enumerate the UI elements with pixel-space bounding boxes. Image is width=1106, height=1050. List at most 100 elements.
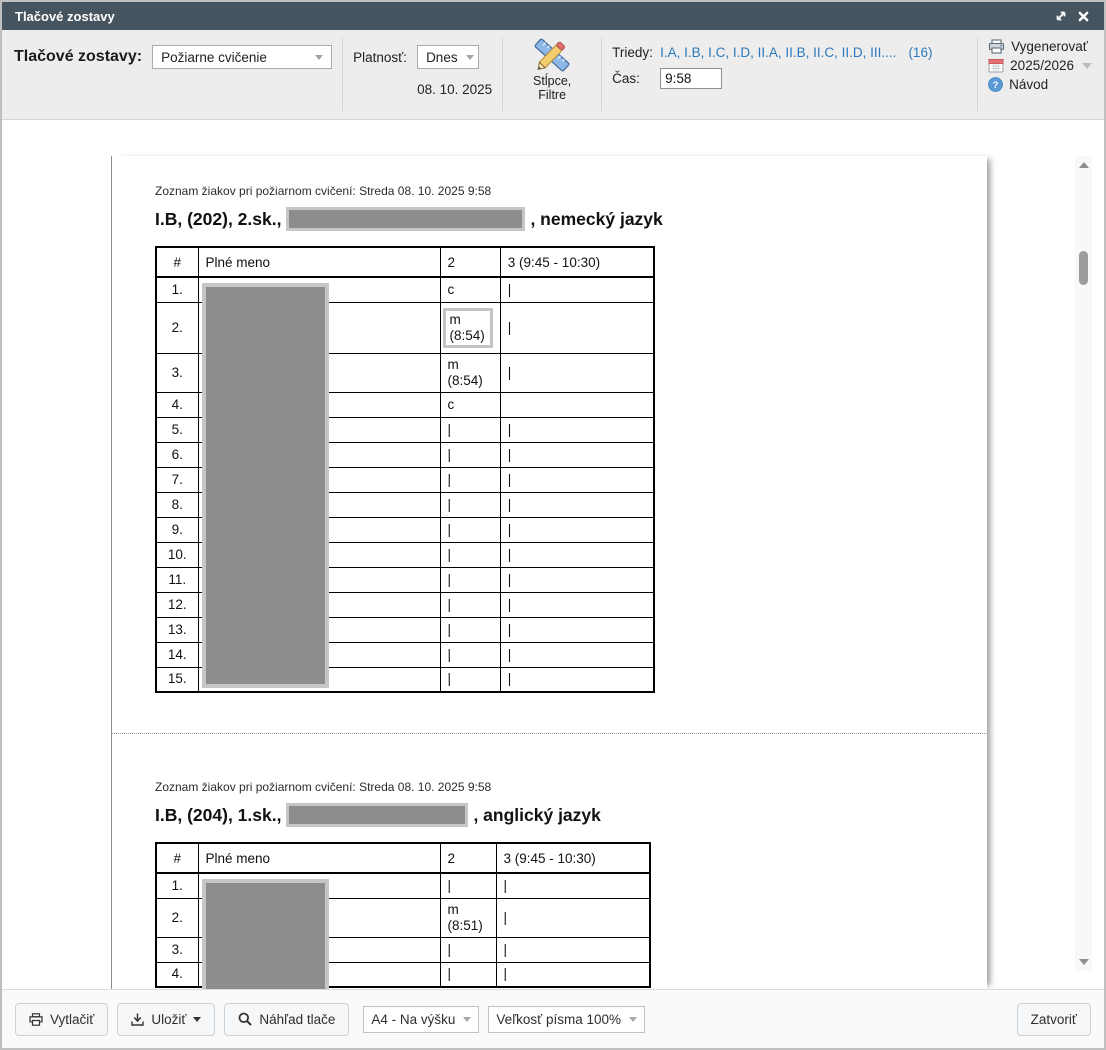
cell-text: | (508, 572, 647, 588)
save-button[interactable]: Uložiť (117, 1003, 215, 1036)
columns-filters-label-line2: Filtre (538, 88, 566, 102)
lesson-cell: | (440, 417, 500, 442)
classes-links[interactable]: I.A, I.B, I.C, I.D, II.A, II.B, II.C, II… (660, 45, 896, 60)
heading-prefix: I.B, (202), 2.sk., (155, 209, 281, 230)
lesson-cell: | (500, 277, 654, 302)
cell-text: | (504, 942, 643, 958)
redacted-teacher-name (286, 207, 525, 231)
lesson-cell: | (500, 542, 654, 567)
lesson-cell: | (500, 517, 654, 542)
row-number-cell: 15. (156, 667, 198, 692)
cell-text: | (504, 878, 643, 894)
scroll-down-icon[interactable] (1079, 959, 1089, 965)
lesson-cell: | (440, 442, 500, 467)
classes-time-group: Triedy: I.A, I.B, I.C, I.D, II.A, II.B, … (612, 30, 932, 119)
heading-suffix: , anglický jazyk (473, 805, 600, 826)
lesson-cell: | (440, 592, 500, 617)
generate-button[interactable]: Vygenerovať (988, 39, 1092, 54)
scrollbar-thumb[interactable] (1079, 251, 1088, 285)
classes-count[interactable]: (16) (908, 45, 932, 60)
lesson-cell: | (440, 667, 500, 692)
cell-text: | (508, 320, 647, 336)
paper-format-select[interactable]: A4 - Na výšku (363, 1006, 479, 1033)
lesson-cell: c (440, 277, 500, 302)
close-button[interactable]: Zatvoriť (1017, 1003, 1091, 1036)
validity-select[interactable]: Dnes (417, 45, 479, 69)
report-type-select[interactable]: Požiarne cvičenie (152, 45, 332, 69)
ruler-pencil-icon (532, 37, 572, 74)
column-header: # (156, 843, 198, 873)
cell-text: | (508, 447, 647, 463)
close-icon[interactable] (1072, 6, 1094, 26)
cell-text: | (508, 622, 647, 638)
cell-text: | (508, 671, 647, 687)
cell-text: | (448, 572, 493, 588)
highlighted-cell-box: m(8:54) (443, 308, 493, 348)
print-reports-dialog: Tlačové zostavy Tlačové zostavy: Požiarn… (0, 0, 1106, 1050)
row-number-cell: 7. (156, 467, 198, 492)
help-link[interactable]: ? Návod (988, 77, 1092, 92)
cell-text: m (450, 312, 485, 328)
cell-text: | (448, 966, 489, 982)
validity-date: 08. 10. 2025 (417, 82, 492, 97)
redacted-names-block (202, 283, 329, 688)
row-number-cell: 8. (156, 492, 198, 517)
row-number-cell: 13. (156, 617, 198, 642)
page-sections: Zoznam žiakov pri požiarnom cvičení: Str… (155, 184, 945, 988)
chevron-down-icon (193, 1017, 201, 1022)
toolbar-right-group: Vygenerovať 2025/2026 ? Návod (988, 30, 1092, 119)
lesson-cell: | (440, 937, 496, 962)
time-input[interactable] (660, 68, 722, 89)
table-wrapper: #Plné meno23 (9:45 - 10:30)1.c|2.m(8:54)… (155, 246, 945, 693)
lesson-cell: | (440, 542, 500, 567)
scroll-up-icon[interactable] (1079, 162, 1089, 168)
vertical-scrollbar[interactable] (1075, 156, 1092, 971)
table-header-row: #Plné meno23 (9:45 - 10:30) (156, 843, 650, 873)
cell-text: | (448, 942, 489, 958)
print-preview-label: Náhľad tlače (259, 1012, 335, 1027)
row-number-cell: 3. (156, 353, 198, 392)
school-year-select[interactable]: 2025/2026 (988, 58, 1092, 73)
school-year-value: 2025/2026 (1010, 58, 1074, 73)
lesson-cell: | (500, 617, 654, 642)
report-subtitle: Zoznam žiakov pri požiarnom cvičení: Str… (155, 184, 945, 198)
cell-text: (8:54) (448, 373, 493, 389)
chevron-down-icon (463, 1017, 471, 1022)
calendar-icon (988, 58, 1004, 73)
row-number-cell: 2. (156, 302, 198, 353)
column-header: 2 (440, 247, 500, 277)
redacted-names-block (202, 879, 329, 989)
print-preview-button[interactable]: Náhľad tlače (224, 1003, 349, 1036)
dialog-titlebar: Tlačové zostavy (2, 2, 1104, 30)
cell-text: | (508, 422, 647, 438)
generate-label: Vygenerovať (1011, 39, 1088, 54)
cell-text: | (508, 365, 647, 381)
font-size-select[interactable]: Veľkosť písma 100% (488, 1006, 645, 1033)
row-number-cell: 1. (156, 873, 198, 898)
chevron-down-icon (315, 55, 323, 60)
toolbar-separator (977, 38, 978, 111)
lesson-cell: | (496, 962, 650, 987)
report-section: Zoznam žiakov pri požiarnom cvičení: Str… (155, 184, 945, 693)
redacted-teacher-name (286, 803, 468, 827)
column-header: 3 (9:45 - 10:30) (496, 843, 650, 873)
report-section: Zoznam žiakov pri požiarnom cvičení: Str… (155, 780, 945, 988)
report-page: Zoznam žiakov pri požiarnom cvičení: Str… (111, 156, 987, 989)
print-button[interactable]: Vytlačiť (15, 1003, 108, 1036)
cell-text: | (448, 472, 493, 488)
validity-value: Dnes (426, 50, 458, 65)
cell-text: m (448, 902, 489, 918)
lesson-cell: | (500, 592, 654, 617)
help-icon: ? (988, 77, 1003, 92)
lesson-cell: | (440, 962, 496, 987)
columns-filters-button[interactable]: Stĺpce, Filtre (513, 30, 591, 119)
row-number-cell: 4. (156, 962, 198, 987)
lesson-cell: c (440, 392, 500, 417)
toolbar-separator (342, 38, 343, 111)
table-header-row: #Plné meno23 (9:45 - 10:30) (156, 247, 654, 277)
expand-icon[interactable] (1050, 6, 1072, 26)
row-number-cell: 12. (156, 592, 198, 617)
lesson-cell: | (500, 442, 654, 467)
heading-prefix: I.B, (204), 1.sk., (155, 805, 281, 826)
print-label: Vytlačiť (50, 1012, 94, 1027)
